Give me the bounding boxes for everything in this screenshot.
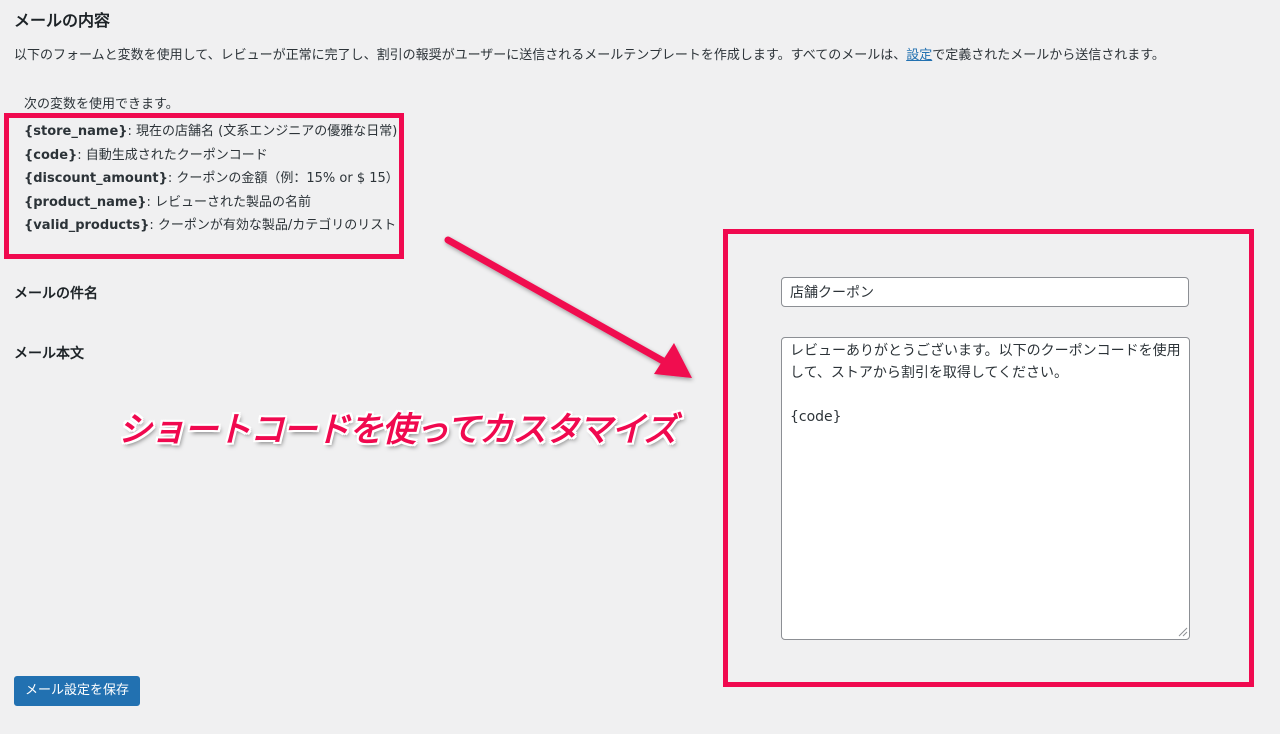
email-settings-page: メールの内容 以下のフォームと変数を使用して、レビューが正常に完了し、割引の報奨… <box>0 0 1280 734</box>
subject-label: メールの件名 <box>14 286 98 302</box>
body-label: メール本文 <box>14 346 84 362</box>
fields-highlight-box <box>723 229 1254 687</box>
section-description: 以下のフォームと変数を使用して、レビューが正常に完了し、割引の報奨がユーザーに送… <box>14 44 1165 63</box>
settings-link[interactable]: 設定 <box>906 48 932 63</box>
save-email-settings-button[interactable]: メール設定を保存 <box>14 676 141 706</box>
description-text-before: 以下のフォームと変数を使用して、レビューが正常に完了し、割引の報奨がユーザーに送… <box>14 48 907 63</box>
variables-highlight-box <box>4 113 404 259</box>
annotation-text: ショートコードを使ってカスタマイズ <box>118 410 677 450</box>
variables-intro: 次の変数を使用できます。 <box>24 97 179 112</box>
section-title: メールの内容 <box>14 11 111 30</box>
description-text-after: で定義されたメールから送信されます。 <box>932 48 1165 63</box>
